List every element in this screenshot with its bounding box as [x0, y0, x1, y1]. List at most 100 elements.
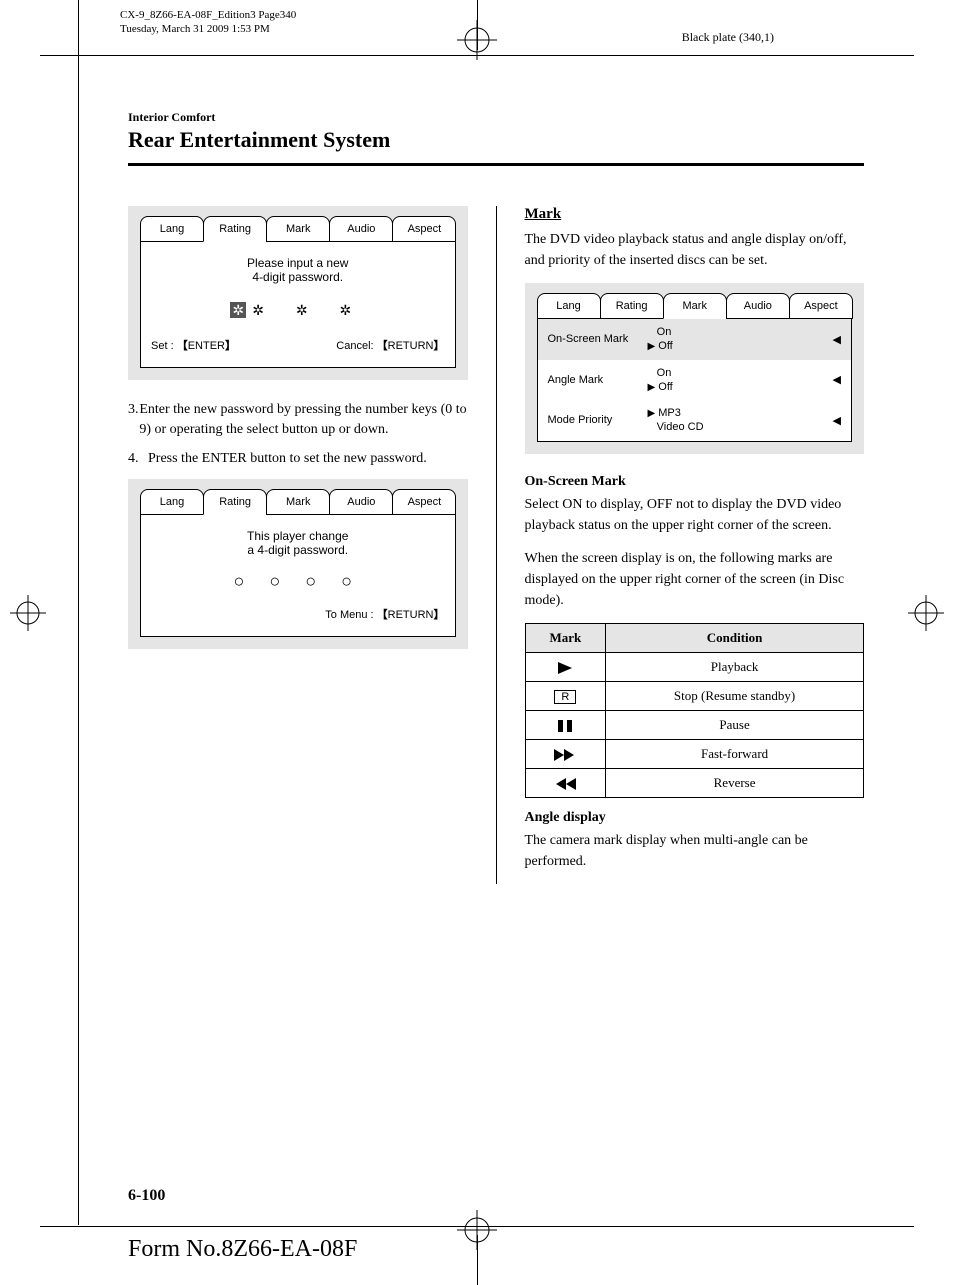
mark-setting-row: Mode Priority▶ MP3 Video CD◀ — [538, 400, 852, 441]
onscreen-p1: Select ON to display, OFF not to display… — [525, 494, 865, 536]
tab-aspect: Aspect — [392, 216, 456, 242]
tab-audio: Audio — [329, 489, 393, 515]
step-3: 3. Enter the new password by pressing th… — [128, 400, 468, 439]
black-plate: Black plate (340,1) — [682, 30, 774, 45]
screen-mark-settings: Lang Rating Mark Audio Aspect On-Screen … — [525, 283, 865, 454]
tab-audio: Audio — [726, 293, 790, 319]
page-number: 6-100 — [128, 1187, 165, 1205]
mark-setting-label: On-Screen Mark — [548, 333, 648, 345]
mark-icon-cell — [525, 739, 606, 768]
doc-header: CX-9_8Z66-EA-08F_Edition3 Page340 Tuesda… — [120, 8, 296, 37]
heading-angle-display: Angle display — [525, 810, 865, 826]
password-circles: ○ ○ ○ ○ — [151, 571, 445, 592]
reverse-icon — [553, 777, 577, 791]
registration-mark-right — [908, 595, 944, 636]
prompt-line1: Please input a new — [151, 256, 445, 270]
tab-lang: Lang — [537, 293, 601, 319]
mark-setting-label: Mode Priority — [548, 414, 648, 426]
tab-audio: Audio — [329, 216, 393, 242]
left-arrow-icon: ◀ — [825, 373, 841, 386]
table-row: Fast-forward — [525, 739, 864, 768]
mark-icon-cell: R — [525, 681, 606, 710]
columns: Lang Rating Mark Audio Aspect Please inp… — [128, 206, 864, 884]
left-arrow-icon: ◀ — [825, 333, 841, 346]
screen-body: On-Screen Mark On▶ Off◀Angle Mark On▶ Of… — [537, 319, 853, 442]
crop-rule-bottom — [40, 1226, 914, 1227]
mark-icon-cell — [525, 768, 606, 797]
heading-onscreen-mark: On-Screen Mark — [525, 474, 865, 490]
screen-footer: Set : 【ENTER】 Cancel: 【RETURN】 — [151, 337, 445, 353]
mark-icon-cell — [525, 710, 606, 739]
pause-icon — [556, 719, 574, 733]
tab-mark: Mark — [266, 216, 330, 242]
th-mark: Mark — [525, 623, 606, 652]
form-number: Form No.8Z66-EA-08F — [128, 1236, 357, 1263]
mark-setting-row: Angle Mark On▶ Off◀ — [538, 360, 852, 401]
th-condition: Condition — [606, 623, 864, 652]
onscreen-p2: When the screen display is on, the follo… — [525, 548, 865, 611]
crop-rule-top — [40, 55, 914, 56]
crop-rule-left — [78, 0, 79, 1225]
section-title: Rear Entertainment System — [128, 127, 864, 159]
left-arrow-icon: ◀ — [825, 414, 841, 427]
tab-mark: Mark — [663, 293, 727, 319]
star-icon: ✲ — [230, 302, 246, 318]
cancel-label: Cancel: 【RETURN】 — [336, 337, 444, 353]
page: CX-9_8Z66-EA-08F_Edition3 Page340 Tuesda… — [0, 0, 954, 1285]
registration-mark-left — [10, 595, 46, 636]
screen-password-changed: Lang Rating Mark Audio Aspect This playe… — [128, 479, 468, 649]
screen-footer: To Menu : 【RETURN】 — [151, 606, 445, 622]
menu-label: To Menu : 【RETURN】 — [325, 609, 444, 621]
section-category: Interior Comfort — [128, 110, 864, 125]
condition-cell: Pause — [606, 710, 864, 739]
mark-setting-options: On▶ Off — [648, 325, 826, 354]
tab-aspect: Aspect — [789, 293, 853, 319]
prompt-line2: 4-digit password. — [151, 270, 445, 284]
tab-mark: Mark — [266, 489, 330, 515]
tabs: Lang Rating Mark Audio Aspect — [537, 293, 853, 319]
mark-setting-row: On-Screen Mark On▶ Off◀ — [538, 319, 852, 360]
mark-setting-options: On▶ Off — [648, 366, 826, 395]
column-right: Mark The DVD video playback status and a… — [525, 206, 865, 884]
section-rule — [128, 163, 864, 166]
column-divider — [496, 206, 497, 884]
prompt-line2: a 4-digit password. — [151, 543, 445, 557]
condition-cell: Stop (Resume standby) — [606, 681, 864, 710]
mark-condition-table: Mark Condition Playback R Stop (Resume sta… — [525, 623, 865, 798]
registration-mark-bottom — [457, 1210, 497, 1255]
registration-mark-top — [457, 20, 497, 65]
play-icon — [555, 661, 575, 675]
table-row: Pause — [525, 710, 864, 739]
tab-rating: Rating — [600, 293, 664, 319]
condition-cell: Playback — [606, 652, 864, 681]
doc-id-line1: CX-9_8Z66-EA-08F_Edition3 Page340 — [120, 8, 296, 22]
tab-rating: Rating — [203, 489, 267, 515]
mark-icon-cell — [525, 652, 606, 681]
table-row: Reverse — [525, 768, 864, 797]
tabs: Lang Rating Mark Audio Aspect — [140, 216, 456, 242]
step-text: Press the ENTER button to set the new pa… — [148, 449, 427, 469]
mark-setting-label: Angle Mark — [548, 374, 648, 386]
step-number: 4. — [128, 449, 148, 469]
tab-lang: Lang — [140, 489, 204, 515]
step-number: 3. — [128, 400, 139, 439]
table-row: R Stop (Resume standby) — [525, 681, 864, 710]
r-box-icon: R — [554, 690, 576, 704]
doc-id-line2: Tuesday, March 31 2009 1:53 PM — [120, 22, 296, 36]
screen-body: This player change a 4-digit password. ○… — [140, 515, 456, 637]
tab-rating: Rating — [203, 216, 267, 242]
password-stars: ✲✲ ✲ ✲ — [151, 302, 445, 319]
screen-body: Please input a new 4-digit password. ✲✲ … — [140, 242, 456, 368]
content-area: Interior Comfort Rear Entertainment Syst… — [128, 110, 864, 1205]
condition-cell: Reverse — [606, 768, 864, 797]
heading-mark: Mark — [525, 206, 865, 223]
mark-intro: The DVD video playback status and angle … — [525, 229, 865, 271]
angle-text: The camera mark display when multi-angle… — [525, 830, 865, 872]
tabs: Lang Rating Mark Audio Aspect — [140, 489, 456, 515]
column-left: Lang Rating Mark Audio Aspect Please inp… — [128, 206, 468, 884]
prompt-line1: This player change — [151, 529, 445, 543]
condition-cell: Fast-forward — [606, 739, 864, 768]
step-4: 4. Press the ENTER button to set the new… — [128, 449, 468, 469]
mark-setting-options: ▶ MP3 Video CD — [648, 406, 826, 435]
table-row: Playback — [525, 652, 864, 681]
